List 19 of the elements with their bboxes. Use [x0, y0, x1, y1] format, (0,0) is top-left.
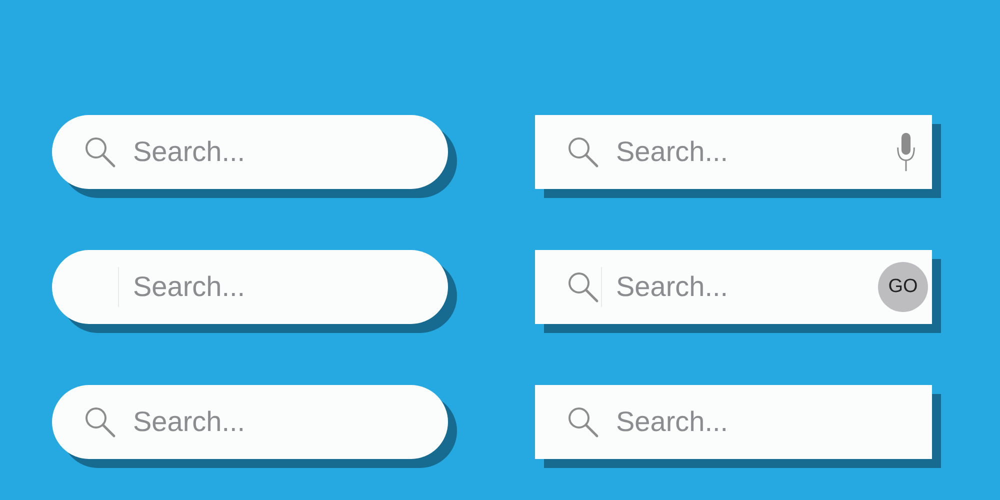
search-field[interactable]: Search...	[535, 385, 932, 459]
search-field[interactable]: Search... GO	[535, 250, 932, 324]
go-button[interactable]: GO	[878, 262, 928, 312]
search-field[interactable]: Search...	[52, 250, 448, 324]
search-input[interactable]: Search...	[133, 402, 448, 442]
search-input[interactable]: Search...	[616, 132, 896, 172]
search-icon	[567, 406, 599, 438]
microphone-icon[interactable]	[896, 131, 916, 173]
search-icon	[567, 136, 599, 168]
search-field[interactable]: Search...	[52, 115, 448, 189]
search-input[interactable]: Search...	[133, 267, 448, 307]
search-field[interactable]: Search...	[535, 115, 932, 189]
search-input[interactable]: Search...	[616, 402, 932, 442]
search-icon	[84, 136, 116, 168]
search-field[interactable]: Search...	[52, 385, 448, 459]
search-input[interactable]: Search...	[616, 267, 878, 307]
search-icon	[84, 406, 116, 438]
search-icon	[567, 271, 599, 303]
search-input[interactable]: Search...	[133, 132, 448, 172]
